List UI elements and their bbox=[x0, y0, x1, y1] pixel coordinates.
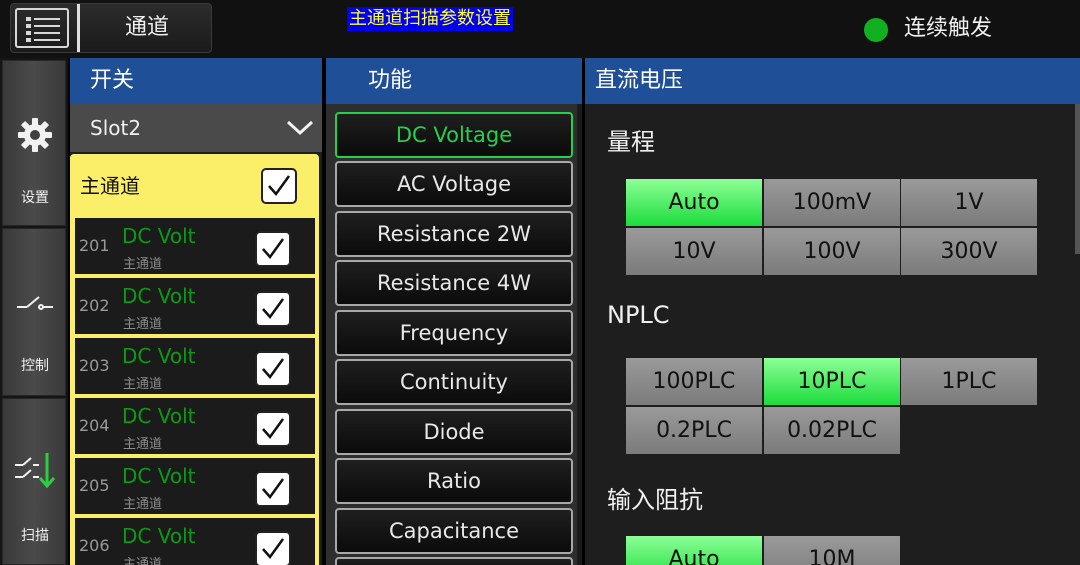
range-option-100v[interactable]: 100V bbox=[764, 228, 900, 275]
channel-row[interactable]: 201 DC Volt 主通道 bbox=[75, 218, 315, 276]
slot-select[interactable]: Slot2 bbox=[70, 104, 322, 152]
switch-icon bbox=[15, 283, 55, 323]
channel-checkbox[interactable] bbox=[255, 291, 291, 327]
trigger-status-indicator bbox=[864, 18, 888, 42]
page-title: 主通道扫描参数设置 bbox=[347, 7, 513, 31]
nplc-option-0-2plc[interactable]: 0.2PLC bbox=[626, 407, 762, 454]
main-channel-label: 主通道 bbox=[80, 174, 140, 198]
side-nav: 设置 控制 扫描 bbox=[0, 58, 68, 565]
channel-list: 201 DC Volt 主通道 202 DC Volt 主通道 203 DC V… bbox=[70, 218, 319, 565]
chevron-down-icon bbox=[286, 120, 314, 136]
list-icon[interactable] bbox=[15, 8, 69, 48]
function-column: DC Voltage AC Voltage Resistance 2W Resi… bbox=[326, 104, 582, 565]
channel-menu-button[interactable]: 通道 bbox=[10, 3, 212, 53]
function-resistance-2w-button[interactable]: Resistance 2W bbox=[335, 211, 573, 257]
channel-number: 202 bbox=[79, 296, 110, 315]
channel-type: 主通道 bbox=[123, 317, 163, 332]
nav-label-scan: 扫描 bbox=[21, 528, 49, 544]
channel-function: DC Volt bbox=[122, 524, 196, 548]
range-option-1v[interactable]: 1V bbox=[901, 179, 1037, 226]
channel-number: 201 bbox=[79, 236, 110, 255]
settings-panel: 量程 Auto 100mV 1V 10V 100V 300V NPLC 100P… bbox=[585, 104, 1080, 565]
main-channel-row[interactable]: 主通道 bbox=[70, 154, 319, 218]
top-bar: 通道 主通道扫描参数设置 连续触发 bbox=[0, 0, 1080, 58]
check-icon bbox=[262, 298, 285, 320]
menu-label[interactable]: 通道 bbox=[83, 4, 211, 52]
channel-row[interactable]: 206 DC Volt 主通道 bbox=[75, 518, 315, 565]
function-ratio-button[interactable]: Ratio bbox=[335, 458, 573, 504]
channel-type: 主通道 bbox=[123, 377, 163, 392]
gear-icon bbox=[15, 115, 55, 155]
channel-row[interactable]: 202 DC Volt 主通道 bbox=[75, 278, 315, 336]
range-option-100mv[interactable]: 100mV bbox=[764, 179, 900, 226]
channel-number: 206 bbox=[79, 536, 110, 555]
switch-column-header: 开关 bbox=[70, 58, 322, 104]
channel-checkbox[interactable] bbox=[255, 351, 291, 387]
range-label: 量程 bbox=[607, 128, 655, 156]
channel-function: DC Volt bbox=[122, 404, 196, 428]
channel-type: 主通道 bbox=[123, 557, 163, 565]
scan-icon bbox=[15, 449, 56, 489]
function-continuity-button[interactable]: Continuity bbox=[335, 359, 573, 405]
channel-row[interactable]: 203 DC Volt 主通道 bbox=[75, 338, 315, 396]
nav-label-settings: 设置 bbox=[21, 190, 49, 206]
menu-separator bbox=[77, 4, 80, 52]
nav-label-control: 控制 bbox=[21, 358, 49, 374]
nplc-option-1plc[interactable]: 1PLC bbox=[901, 358, 1037, 405]
function-scrollbar[interactable] bbox=[577, 104, 582, 565]
channel-type: 主通道 bbox=[123, 437, 163, 452]
nplc-label: NPLC bbox=[607, 301, 670, 329]
check-icon bbox=[262, 538, 285, 560]
nplc-option-100plc[interactable]: 100PLC bbox=[626, 358, 762, 405]
nav-item-control[interactable]: 控制 bbox=[2, 228, 66, 396]
function-dc-voltage-button[interactable]: DC Voltage bbox=[335, 112, 573, 158]
range-option-10v[interactable]: 10V bbox=[626, 228, 762, 275]
function-resistance-4w-button[interactable]: Resistance 4W bbox=[335, 260, 573, 306]
main-channel-checkbox[interactable] bbox=[261, 168, 297, 204]
function-frequency-button[interactable]: Frequency bbox=[335, 310, 573, 356]
channel-checkbox[interactable] bbox=[255, 411, 291, 447]
channel-type: 主通道 bbox=[123, 497, 163, 512]
channel-function: DC Volt bbox=[122, 224, 196, 248]
channel-function: DC Volt bbox=[122, 344, 196, 368]
nplc-option-10plc[interactable]: 10PLC bbox=[764, 358, 900, 405]
function-more-button[interactable] bbox=[335, 557, 573, 565]
channel-checkbox[interactable] bbox=[255, 231, 291, 267]
check-icon bbox=[262, 418, 285, 440]
impedance-label: 输入阻抗 bbox=[607, 486, 703, 514]
nav-item-settings[interactable]: 设置 bbox=[2, 60, 66, 226]
range-option-auto[interactable]: Auto bbox=[626, 179, 762, 226]
channel-function: DC Volt bbox=[122, 284, 196, 308]
trigger-mode-label[interactable]: 连续触发 bbox=[904, 12, 992, 46]
function-diode-button[interactable]: Diode bbox=[335, 409, 573, 455]
check-icon bbox=[262, 358, 285, 380]
impedance-option-10m[interactable]: 10M bbox=[764, 536, 900, 565]
function-ac-voltage-button[interactable]: AC Voltage bbox=[335, 161, 573, 207]
channel-number: 204 bbox=[79, 416, 110, 435]
channel-row[interactable]: 204 DC Volt 主通道 bbox=[75, 398, 315, 456]
check-icon bbox=[268, 175, 291, 197]
slot-select-value: Slot2 bbox=[90, 116, 142, 140]
channel-number: 205 bbox=[79, 476, 110, 495]
channel-function: DC Volt bbox=[122, 464, 196, 488]
nav-item-scan[interactable]: 扫描 bbox=[2, 398, 66, 565]
channel-row[interactable]: 205 DC Volt 主通道 bbox=[75, 458, 315, 516]
check-icon bbox=[262, 238, 285, 260]
channel-checkbox[interactable] bbox=[255, 531, 291, 565]
channel-checkbox[interactable] bbox=[255, 471, 291, 507]
impedance-option-auto[interactable]: Auto bbox=[626, 536, 762, 565]
function-capacitance-button[interactable]: Capacitance bbox=[335, 508, 573, 554]
channel-type: 主通道 bbox=[123, 257, 163, 272]
settings-column-header: 直流电压 bbox=[585, 58, 1080, 104]
switch-column: Slot2 主通道 201 DC Volt 主通道 202 DC Volt 主通… bbox=[70, 104, 322, 565]
check-icon bbox=[262, 478, 285, 500]
range-option-300v[interactable]: 300V bbox=[901, 228, 1037, 275]
settings-scrollbar[interactable] bbox=[1075, 104, 1080, 254]
function-column-header: 功能 bbox=[326, 58, 582, 104]
channel-number: 203 bbox=[79, 356, 110, 375]
nplc-option-0-02plc[interactable]: 0.02PLC bbox=[764, 407, 900, 454]
